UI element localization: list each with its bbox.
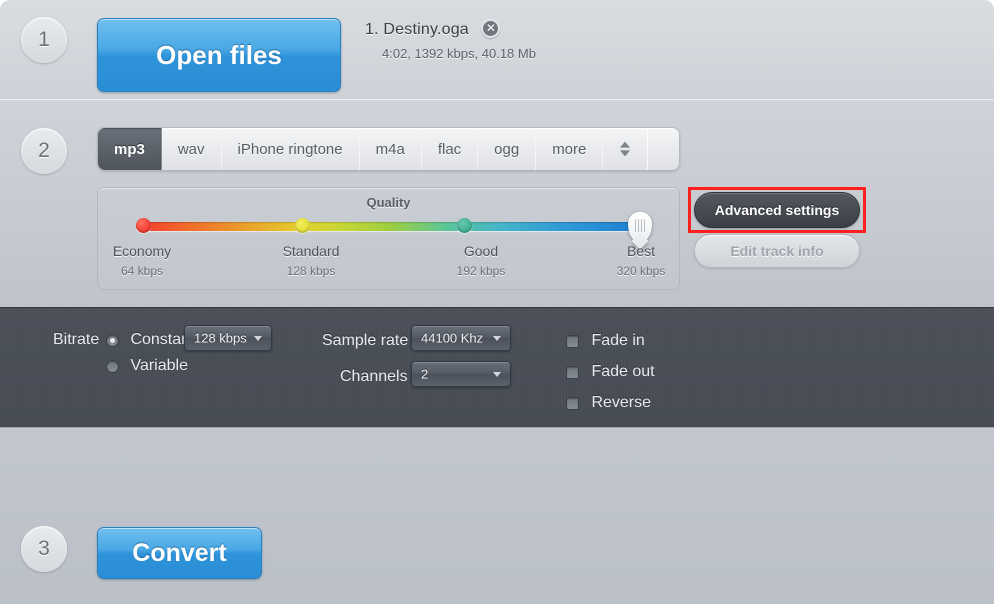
sample-rate-value-text: 44100 Khz [421, 330, 484, 346]
quality-label-bitrate: 192 kbps [456, 264, 506, 278]
sample-rate-select[interactable]: 44100 Khz [411, 325, 511, 351]
format-tabs: mp3 wav iPhone ringtone m4a flac ogg mor… [97, 127, 680, 171]
quality-label-name: Standard [282, 243, 340, 259]
tab-iphone-ringtone[interactable]: iPhone ringtone [222, 128, 360, 170]
chevron-down-icon [493, 372, 501, 377]
radio-constant[interactable] [106, 333, 119, 347]
tab-m4a[interactable]: m4a [360, 128, 423, 170]
tab-ogg[interactable]: ogg [478, 128, 537, 170]
tab-flac[interactable]: flac [422, 128, 479, 170]
chevron-down-icon [254, 336, 262, 341]
close-circle-icon[interactable]: ✕ [481, 19, 501, 38]
checkbox-fade-in[interactable] [566, 334, 579, 348]
advanced-settings-button[interactable]: Advanced settings [694, 192, 860, 228]
open-files-button[interactable]: Open files [97, 18, 341, 92]
quality-label-name: Economy [112, 243, 172, 259]
quality-panel: Quality Economy 64 kbps Standard 128 kbp… [97, 187, 680, 290]
bitrate-label: Bitrate [53, 331, 100, 348]
quality-slider-handle[interactable] [628, 212, 652, 242]
audio-converter-window: 1 Open files 1. Destiny.oga ✕ 4:02, 1392… [0, 0, 994, 604]
radio-variable[interactable] [106, 359, 119, 373]
step-3-number: 3 [21, 526, 67, 572]
channels-select[interactable]: 2 [411, 361, 511, 387]
up-down-chevron-icon[interactable] [603, 128, 649, 170]
checkbox-fade-out[interactable] [566, 365, 579, 379]
chevron-down-icon [493, 336, 501, 341]
file-name: 1. Destiny.oga [365, 20, 469, 38]
convert-button[interactable]: Convert [97, 527, 262, 579]
quality-label-name: Best [626, 243, 655, 259]
channels-value-text: 2 [421, 366, 429, 382]
step-2-number: 2 [21, 128, 67, 174]
bitrate-value-text: 128 kbps [194, 330, 247, 346]
bitrate-mode-variable-label: Variable [130, 357, 188, 374]
effect-reverse[interactable]: Reverse [566, 394, 651, 412]
grip-lines-icon [634, 219, 646, 232]
tab-wav[interactable]: wav [162, 128, 222, 170]
sample-rate-label: Sample rate [322, 332, 409, 349]
quality-label-bitrate: 320 kbps [616, 264, 666, 278]
quality-label-name: Good [463, 243, 499, 259]
quality-label-good: Good 192 kbps [421, 243, 541, 278]
bitrate-mode-variable[interactable]: Variable [106, 357, 188, 375]
channels-label: Channels [340, 368, 408, 385]
quality-slider-track[interactable] [136, 222, 641, 231]
quality-title: Quality [366, 195, 411, 210]
quality-label-standard: Standard 128 kbps [251, 243, 371, 278]
effect-fade-in[interactable]: Fade in [566, 332, 645, 350]
bitrate-value-select[interactable]: 128 kbps [184, 325, 272, 351]
quality-slider[interactable] [136, 212, 652, 242]
quality-stop-standard[interactable] [295, 218, 311, 233]
quality-stop-good[interactable] [456, 218, 472, 233]
step-1-section: 1 Open files 1. Destiny.oga ✕ 4:02, 1392… [0, 0, 994, 100]
file-list-item: 1. Destiny.oga ✕ [365, 19, 785, 39]
edit-track-info-button[interactable]: Edit track info [694, 234, 860, 268]
quality-label-bitrate: 64 kbps [120, 264, 164, 278]
quality-labels: Economy 64 kbps Standard 128 kbps Good 1… [108, 243, 669, 285]
quality-stop-economy[interactable] [136, 218, 151, 233]
quality-label-best: Best 320 kbps [581, 243, 701, 278]
step-1-number: 1 [21, 17, 67, 63]
file-metadata: 4:02, 1392 kbps, 40.18 Mb [382, 46, 536, 61]
tab-mp3[interactable]: mp3 [98, 128, 162, 170]
effect-fade-out-label: Fade out [591, 363, 655, 380]
quality-label-bitrate: 128 kbps [286, 264, 336, 278]
checkbox-reverse[interactable] [566, 396, 579, 410]
effect-fade-out[interactable]: Fade out [566, 363, 655, 381]
file-list: 1. Destiny.oga ✕ 4:02, 1392 kbps, 40.18 … [365, 19, 785, 61]
quality-label-economy: Economy 64 kbps [82, 243, 202, 278]
tab-more[interactable]: more [536, 128, 604, 170]
effect-reverse-label: Reverse [591, 394, 652, 411]
bitrate-mode-constant[interactable]: Constant [106, 331, 195, 349]
effect-fade-in-label: Fade in [591, 332, 645, 349]
